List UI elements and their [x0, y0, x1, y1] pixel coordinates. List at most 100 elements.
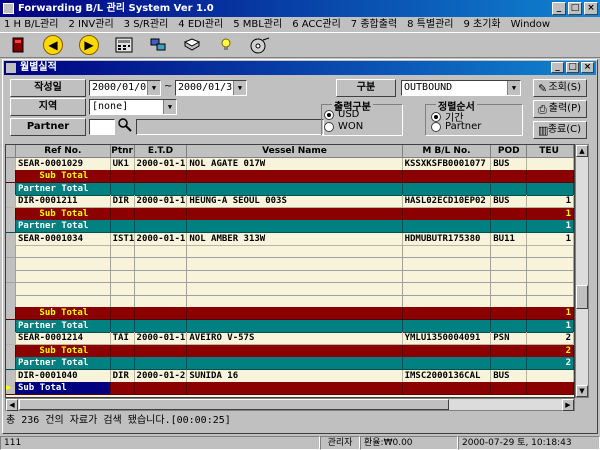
chevron-down-icon[interactable]: ▼ — [147, 81, 160, 95]
subtotal-row[interactable]: Sub Total 2 — [6, 344, 574, 358]
close-window-button[interactable]: × — [584, 2, 598, 15]
partner-code-input[interactable] — [89, 119, 115, 135]
row-selector[interactable] — [6, 307, 16, 321]
column-header[interactable]: TEU — [527, 145, 574, 158]
column-header[interactable]: Ref No. — [15, 145, 111, 158]
empty-row[interactable] — [6, 282, 574, 296]
chevron-down-icon[interactable]: ▼ — [163, 100, 176, 114]
print-button[interactable]: ⎙ 출력(P) — [533, 100, 587, 118]
row-selector[interactable] — [6, 270, 16, 284]
close-button[interactable]: ▥ 종료(C) — [533, 121, 587, 139]
row-selector[interactable] — [6, 207, 16, 221]
scroll-thumb[interactable] — [576, 285, 588, 309]
scroll-left-icon[interactable]: ◀ — [6, 399, 18, 411]
cell-ref: Sub Total — [15, 307, 111, 321]
menu-item[interactable]: 2 INV관리 — [68, 17, 113, 32]
column-header[interactable]: E.T.D — [134, 145, 188, 158]
lightbulb-icon[interactable] — [214, 34, 238, 56]
child-close-button[interactable]: × — [581, 62, 594, 73]
cell-ptnr: UK1 — [110, 158, 135, 171]
row-selector[interactable] — [6, 294, 16, 308]
table-row[interactable]: SEAR-0001214 TAI 2000-01-19 AVEIRO V-57S YML… — [6, 332, 574, 346]
horizontal-scrollbar[interactable]: ◀ ▶ — [5, 398, 575, 411]
vertical-scrollbar[interactable]: ▲ ▼ — [575, 144, 589, 398]
row-selector[interactable] — [6, 220, 16, 234]
menu-item[interactable]: 9 초기화 — [463, 17, 500, 32]
scroll-down-icon[interactable]: ▼ — [576, 385, 588, 397]
empty-row[interactable] — [6, 270, 574, 284]
menu-item[interactable]: Window — [511, 17, 550, 32]
usd-radio[interactable]: USD — [324, 109, 359, 120]
partner-radio[interactable]: Partner — [431, 121, 481, 132]
exit-icon[interactable] — [6, 34, 30, 56]
menu-item[interactable]: 7 종합출력 — [351, 17, 397, 32]
subtotal-row[interactable]: Sub Total 1 — [6, 307, 574, 321]
partner-total-row[interactable]: Partner Total 2 — [6, 357, 574, 371]
row-selector[interactable] — [6, 170, 16, 184]
row-selector[interactable] — [6, 257, 16, 271]
table-row[interactable]: SEAR-0001034 IST1 2000-01-18 NOL AMBER 313W… — [6, 232, 574, 246]
category-select[interactable]: OUTBOUND ▼ — [401, 80, 521, 96]
child-minimize-button[interactable]: _ — [551, 62, 564, 73]
child-maximize-button[interactable]: □ — [566, 62, 579, 73]
menu-item[interactable]: 5 MBL관리 — [233, 17, 282, 32]
search-button[interactable]: ✎ 조회(S) — [533, 79, 587, 97]
next-arrow-icon[interactable]: ▶ — [76, 34, 102, 56]
column-header[interactable]: Ptnr — [110, 145, 135, 158]
results-grid[interactable]: Ref No. Ptnr E.T.D Vessel Name M B/L No. POD T… — [5, 144, 575, 398]
search-icon[interactable] — [118, 118, 132, 135]
row-selector[interactable] — [6, 369, 16, 383]
chevron-down-icon[interactable]: ▼ — [507, 81, 520, 95]
empty-row[interactable] — [6, 294, 574, 308]
date-from-field[interactable]: 2000/01/01 ▼ — [89, 80, 161, 96]
date-separator: ~ — [164, 81, 173, 92]
chevron-down-icon[interactable]: ▼ — [233, 81, 246, 95]
scroll-right-icon[interactable]: ▶ — [562, 399, 574, 411]
cell-mbl: KSSXKSFB0001077 — [402, 158, 492, 171]
subtotal-row[interactable]: Sub Total — [6, 170, 574, 184]
row-selector[interactable] — [6, 319, 16, 333]
window-icon — [6, 63, 16, 73]
column-header[interactable]: POD — [491, 145, 528, 158]
row-selector[interactable] — [6, 232, 16, 246]
row-selector[interactable] — [6, 195, 16, 209]
column-header[interactable]: Vessel Name — [187, 145, 403, 158]
menu-item[interactable]: 6 ACC관리 — [292, 17, 341, 32]
row-selector[interactable] — [6, 182, 16, 196]
scroll-up-icon[interactable]: ▲ — [576, 145, 588, 157]
table-row[interactable]: DIR-0001211 DIR 2000-01-18 HEUNG-A SEOUL 00… — [6, 195, 574, 209]
region-select[interactable]: [none] ▼ — [89, 99, 177, 115]
column-header[interactable]: M B/L No. — [402, 145, 492, 158]
calculator-icon[interactable] — [112, 34, 136, 56]
cell-vessel — [187, 245, 403, 259]
maximize-button[interactable]: □ — [568, 2, 582, 15]
menu-item[interactable]: 4 EDI관리 — [178, 17, 223, 32]
row-selector[interactable] — [6, 158, 16, 171]
hscroll-thumb[interactable] — [19, 399, 449, 410]
network-icon[interactable] — [146, 34, 170, 56]
partner-total-row[interactable]: Partner Total 1 — [6, 220, 574, 234]
book-icon[interactable] — [180, 34, 204, 56]
empty-row[interactable] — [6, 257, 574, 271]
current-row-indicator-icon[interactable]: ▶ — [6, 382, 16, 396]
menu-item[interactable]: 3 S/R관리 — [124, 17, 169, 32]
partner-total-row[interactable]: Partner Total — [6, 182, 574, 196]
menu-item[interactable]: 8 특별관리 — [407, 17, 453, 32]
date-to-field[interactable]: 2000/01/31 ▼ — [175, 80, 247, 96]
subtotal-row[interactable]: ▶ Sub Total — [6, 382, 574, 396]
empty-row[interactable] — [6, 245, 574, 259]
disk-icon[interactable] — [248, 34, 272, 56]
subtotal-row[interactable]: Sub Total 1 — [6, 207, 574, 221]
row-selector[interactable] — [6, 332, 16, 346]
row-selector[interactable] — [6, 282, 16, 296]
row-selector[interactable] — [6, 357, 16, 371]
partner-total-row[interactable]: Partner Total 1 — [6, 319, 574, 333]
previous-arrow-icon[interactable]: ◀ — [40, 34, 66, 56]
row-selector[interactable] — [6, 344, 16, 358]
table-row[interactable]: DIR-0001040 DIR 2000-01-20 SUNIDA 16 IMSC200… — [6, 369, 574, 383]
menu-item[interactable]: 1 H B/L관리 — [4, 17, 58, 32]
won-radio[interactable]: WON — [324, 121, 363, 132]
row-selector[interactable] — [6, 245, 16, 259]
minimize-button[interactable]: _ — [552, 2, 566, 15]
table-row[interactable]: SEAR-0001029 UK1 2000-01-17 NOL AGATE 017W K… — [6, 158, 574, 171]
